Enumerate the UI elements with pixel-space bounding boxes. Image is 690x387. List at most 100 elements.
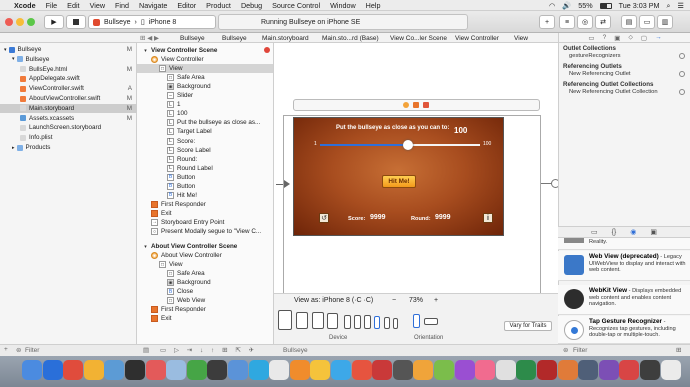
navigator-item[interactable]: Info.plist — [0, 133, 137, 142]
file-template-icon[interactable]: ▭ — [591, 228, 598, 236]
dock-app-icon[interactable] — [207, 360, 228, 380]
run-button[interactable]: ▶ — [44, 15, 64, 29]
toggle-inspector-button[interactable]: ▥ — [657, 15, 673, 29]
dock-app-icon[interactable] — [269, 360, 290, 380]
zoom-in-button[interactable]: + — [434, 297, 438, 304]
navigator-item[interactable]: AppDelegate.swift — [0, 74, 137, 83]
outline-item[interactable]: ■ Exit — [137, 209, 172, 218]
dock-app-icon[interactable] — [598, 360, 619, 380]
menu-edit[interactable]: Edit — [67, 1, 79, 10]
identity-inspector-icon[interactable]: ▣ — [614, 34, 620, 42]
connection-circle-icon[interactable] — [679, 71, 685, 77]
menu-product[interactable]: Product — [206, 1, 231, 10]
search-icon[interactable]: ⌕ — [667, 1, 671, 11]
disclosure-icon[interactable]: ▾ — [4, 47, 7, 53]
dock-app-icon[interactable] — [372, 360, 393, 380]
menu-navigate[interactable]: Navigate — [139, 1, 167, 10]
dock-app-icon[interactable] — [640, 360, 660, 380]
media-library-icon[interactable]: ▣ — [650, 228, 657, 236]
first-responder-icon[interactable] — [413, 102, 419, 108]
dock-app-icon[interactable] — [331, 360, 351, 380]
scheme-selector[interactable]: Bullseye › ▯ iPhone 8 — [88, 15, 216, 29]
device-iphone-max[interactable] — [344, 315, 351, 329]
outline-item[interactable]: B Button — [137, 173, 195, 182]
disclosure-icon[interactable]: ▸ — [12, 145, 15, 151]
toggle-debug-button[interactable]: ▭ — [639, 15, 655, 29]
toggle-outline-icon[interactable]: ▤ — [143, 346, 149, 354]
outline-item[interactable]: ▾ View Controller Scene — [137, 46, 217, 55]
outline-item[interactable]: L 100 — [137, 109, 188, 118]
menu-window[interactable]: Window — [330, 1, 356, 10]
outline-item[interactable]: B Close — [137, 287, 193, 296]
jump-item-project[interactable]: Bullseye — [180, 33, 205, 43]
outline-item[interactable]: ■ First Responder — [137, 305, 206, 314]
version-editor-button[interactable]: ⇄ — [595, 15, 611, 29]
menu-view[interactable]: View — [90, 1, 105, 10]
dock-app-icon[interactable] — [413, 360, 434, 380]
menu-debug[interactable]: Debug — [241, 1, 262, 10]
outline-item[interactable]: □ Safe Area — [137, 73, 205, 82]
device-ipad-mini[interactable] — [327, 313, 338, 329]
assistant-editor-button[interactable]: ◎ — [577, 15, 593, 29]
battery-icon[interactable] — [599, 2, 612, 9]
dock-app-icon[interactable] — [63, 360, 84, 380]
dock-app-icon[interactable] — [83, 360, 104, 380]
exit-icon[interactable] — [423, 102, 429, 108]
menu-editor[interactable]: Editor — [177, 1, 196, 10]
outline-item[interactable]: ◉ About View Controller — [137, 251, 222, 260]
navigator-item[interactable]: ▾ Bullseye — [0, 55, 137, 64]
dock-app-icon[interactable] — [22, 360, 42, 380]
dock-app-icon[interactable] — [351, 360, 372, 380]
related-items-icon[interactable]: ⊞ ◀ ▶ — [140, 33, 159, 43]
outline-item[interactable]: □ View — [137, 260, 183, 269]
outline-item[interactable]: → Storyboard Entry Point — [137, 218, 224, 227]
library-item-web-view[interactable]: Web View (deprecated) - Legacy UIWebView… — [558, 251, 690, 281]
zoom-out-button[interactable]: − — [392, 297, 396, 304]
outline-item[interactable]: B Hit Me! — [137, 191, 197, 200]
object-library-icon[interactable]: ◉ — [630, 228, 636, 236]
device-iphone-8[interactable] — [374, 316, 380, 329]
file-inspector-icon[interactable]: ▭ — [588, 34, 594, 42]
menu-source-control[interactable]: Source Control — [272, 1, 320, 10]
dock-app-icon[interactable] — [289, 360, 310, 380]
outline-item[interactable]: ○ Present Modally segue to "View C... — [137, 227, 261, 236]
stop-button[interactable] — [66, 15, 86, 29]
dock-app-icon[interactable] — [125, 360, 145, 380]
outline-item[interactable]: ▾ About View Controller Scene — [137, 242, 237, 251]
dock-app-icon[interactable] — [619, 360, 640, 380]
library-item-tap-gesture[interactable]: Tap Gesture Recognizer - Recognizes tap … — [558, 316, 690, 344]
dock-app-icon[interactable] — [310, 360, 331, 380]
navigator-filter-field[interactable]: Filter — [25, 347, 39, 354]
close-scene-icon[interactable] — [264, 47, 270, 53]
outline-item[interactable]: L Round Label — [137, 164, 213, 173]
library-button[interactable]: + — [539, 15, 555, 29]
jump-item-file[interactable]: Main.storyboard — [262, 33, 309, 43]
dock-app-icon[interactable] — [516, 360, 537, 380]
library-filter-field[interactable]: Filter — [573, 347, 587, 354]
code-snippet-icon[interactable]: {} — [612, 229, 617, 236]
grid-view-icon[interactable]: ⊞ — [676, 346, 681, 354]
outline-item[interactable]: ■ First Responder — [137, 200, 206, 209]
dock-app-icon[interactable] — [537, 360, 557, 380]
view-controller-icon[interactable] — [403, 102, 409, 108]
dock-app-icon[interactable] — [557, 360, 578, 380]
outline-item[interactable]: ■ Exit — [137, 314, 172, 323]
minimize-window-icon[interactable] — [16, 18, 24, 26]
dock-app-icon[interactable] — [434, 360, 454, 380]
wifi-icon[interactable]: ◠ — [549, 1, 555, 10]
view-as-label[interactable]: View as: iPhone 8 (·C ·C) — [294, 297, 373, 304]
navigator-item[interactable]: Main.storyboard M — [0, 103, 137, 113]
dock-app-icon[interactable] — [392, 360, 413, 380]
volume-icon[interactable]: 🔊 — [562, 1, 571, 10]
zoom-window-icon[interactable] — [27, 18, 35, 26]
outline-item[interactable]: L Target Label — [137, 127, 212, 136]
jump-item-controller[interactable]: View Controller — [455, 33, 499, 43]
navigator-item[interactable]: LaunchScreen.storyboard — [0, 123, 137, 132]
outline-item[interactable]: L Score: — [137, 137, 195, 146]
connection-circle-icon[interactable] — [679, 89, 685, 95]
library-item-webkit-view[interactable]: WebKit View - Displays embedded web cont… — [558, 285, 690, 315]
dock-app-icon[interactable] — [248, 360, 269, 380]
navigator-item[interactable]: ▸ Products — [0, 143, 137, 152]
jump-item-group[interactable]: Bullseye — [222, 33, 247, 43]
outline-item[interactable]: L Put the bullseye as close as... — [137, 118, 260, 127]
